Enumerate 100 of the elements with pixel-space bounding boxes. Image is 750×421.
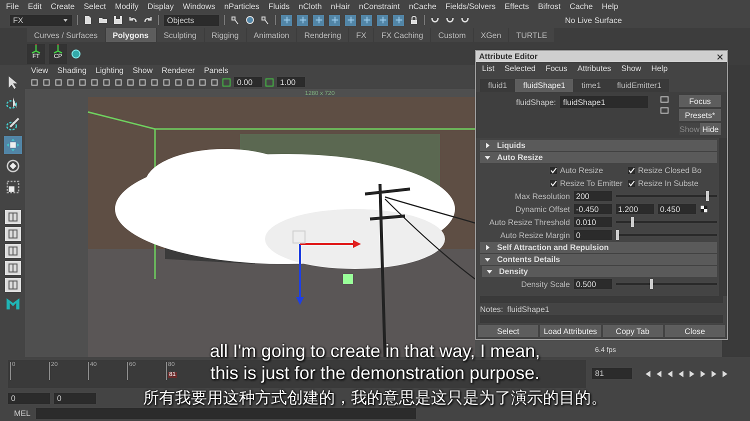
menu-item[interactable]: nCache [408,2,436,10]
skip-end-icon[interactable] [721,370,729,378]
menu-item[interactable]: Bifrost [538,2,561,10]
range-field[interactable]: 0 [54,392,96,404]
shelf-tab[interactable]: Rendering [297,28,348,42]
menu-item[interactable]: nCloth [298,2,322,10]
command-language-label[interactable]: MEL [14,409,30,418]
attribute-section-header[interactable]: Self Attraction and Repulsion [480,242,717,253]
value-field[interactable]: -0.450 [574,204,612,214]
menu-item[interactable]: File [6,2,19,10]
slider-handle[interactable] [650,279,654,289]
layout-button[interactable] [4,278,20,292]
select-component-icon[interactable] [260,15,270,25]
exposure-field[interactable]: 0.00 [234,77,262,87]
attribute-section-header[interactable]: Density [482,266,717,277]
checkbox[interactable] [628,166,635,174]
menu-item[interactable]: nHair [330,2,350,10]
new-file-icon[interactable] [83,15,93,25]
node-tab[interactable]: time1 [573,79,609,92]
snap-plane-button[interactable] [377,14,388,26]
shelf-tab[interactable]: XGen [474,28,508,42]
panel-menu-item[interactable]: Lighting [96,66,124,74]
menu-item[interactable]: Windows [182,2,216,10]
footer-button[interactable]: Close [664,325,725,337]
shelf-tab[interactable]: FX Caching [374,28,430,42]
key-forward-icon[interactable] [699,370,707,378]
menu-item[interactable]: Effects [504,2,529,10]
node-tab[interactable]: fluidEmitter1 [608,79,670,92]
gamma-field[interactable]: 1.00 [277,77,305,87]
command-input-field[interactable] [36,408,416,419]
checkbox[interactable] [550,166,557,174]
value-field[interactable]: 1.200 [616,204,654,214]
snap-view-button[interactable] [361,14,372,26]
menu-item[interactable]: Modify [114,2,138,10]
panel-menu-item[interactable]: Shading [57,66,87,74]
lock-icon[interactable] [409,15,419,25]
node-tab[interactable]: fluid1 [480,79,516,92]
menu-set-dropdown[interactable]: FX [10,14,72,26]
menu-item[interactable]: Fluids [268,2,290,10]
node-name-field[interactable]: fluidShape1 [560,96,648,108]
input-connection-icon[interactable] [660,95,670,104]
rotate-tool[interactable] [4,157,22,175]
slider-handle[interactable] [706,191,710,201]
value-field[interactable]: 0.500 [574,279,612,289]
editor-menu-item[interactable]: Attributes [577,64,612,73]
menu-item[interactable]: Help [602,2,618,10]
snap-grid-button[interactable] [281,14,292,26]
shelf-tab[interactable]: Rigging [204,28,246,42]
checkbox[interactable] [628,180,635,186]
editor-menu-item[interactable]: List [482,64,494,73]
redo-icon[interactable] [143,15,153,25]
checker-icon[interactable] [700,205,708,213]
value-field[interactable]: 200 [574,191,612,201]
folder-icon[interactable] [98,15,108,25]
output-connection-icon[interactable] [660,106,670,115]
value-field[interactable]: 0 [574,230,612,240]
layout-button[interactable] [4,210,20,224]
menu-item[interactable]: nConstraint [358,2,400,10]
editor-menu-item[interactable]: Selected [504,64,536,73]
shelf-tab[interactable]: Custom [431,28,473,42]
save-icon[interactable] [113,15,123,25]
menu-item[interactable]: Fields/Solvers [445,2,496,10]
node-tab[interactable]: fluidShape1 [515,79,574,92]
shelf-tab[interactable]: Polygons [106,28,156,42]
select-object-icon[interactable] [245,15,255,25]
scale-tool[interactable] [4,178,22,196]
shelf-tab[interactable]: Sculpting [156,28,204,42]
gamma-icon[interactable] [265,78,274,86]
checkbox[interactable] [550,180,557,186]
step-forward-icon[interactable] [710,370,718,378]
slider-handle[interactable] [630,217,634,227]
key-back-icon[interactable] [666,370,674,378]
panel-menu-item[interactable]: Show [132,66,153,74]
help-button[interactable] [393,14,404,26]
shelf-tab[interactable]: TURTLE [509,28,554,42]
move-tool[interactable] [4,136,22,154]
attribute-section-header[interactable]: Liquids [480,140,717,151]
visibility-button[interactable]: Hide [700,123,722,135]
layout-button[interactable] [4,244,20,258]
select-hierarchy-icon[interactable] [230,15,240,25]
attribute-section-header[interactable]: Contents Details [480,254,717,265]
panel-menu-item[interactable]: Panels [204,66,228,74]
menu-item[interactable]: Display [148,2,174,10]
menu-item[interactable]: nParticles [224,2,260,10]
snap-curve-button[interactable] [297,14,308,26]
editor-button[interactable]: Presets* [679,109,722,121]
shelf-tab[interactable]: FX [349,28,374,42]
snap-point-button[interactable] [313,14,324,26]
close-icon[interactable] [716,52,724,60]
menu-item[interactable]: Edit [28,2,42,10]
play-back-icon[interactable] [677,370,685,378]
slider-handle[interactable] [616,230,619,240]
exposure-icon[interactable] [222,78,231,86]
layout-button[interactable] [4,227,20,241]
menu-item[interactable]: Select [84,2,106,10]
footer-button[interactable]: Select [478,325,538,337]
editor-menu-item[interactable]: Help [651,64,668,73]
attribute-section-header[interactable]: Auto Resize [480,152,717,163]
play-icon[interactable] [688,370,696,378]
step-back-icon[interactable] [655,370,663,378]
